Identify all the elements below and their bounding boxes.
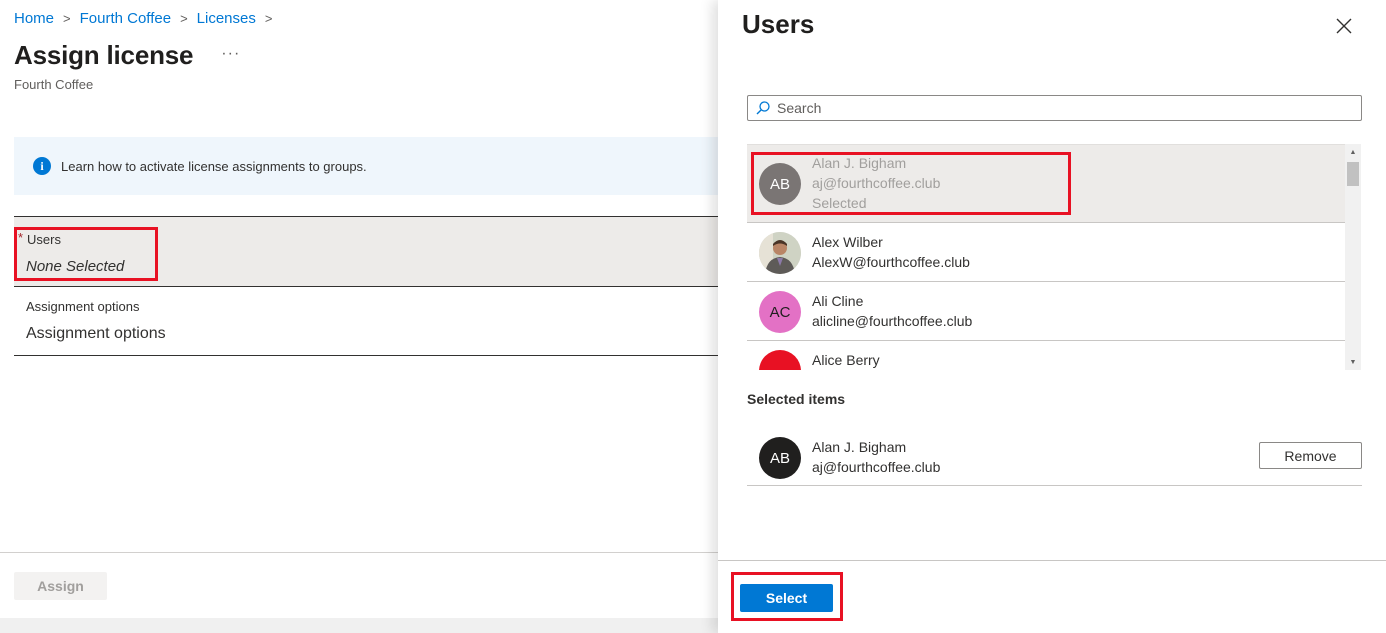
user-name: Ali Cline: [812, 293, 864, 309]
list-scrollbar[interactable]: ▲ ▼: [1345, 144, 1361, 370]
breadcrumb: Home > Fourth Coffee > Licenses >: [14, 10, 281, 27]
info-banner: i Learn how to activate license assignme…: [14, 137, 730, 195]
list-item-ali-cline[interactable]: AC Ali Cline alicline@fourthcoffee.club: [747, 282, 1345, 341]
users-value[interactable]: None Selected: [26, 258, 124, 275]
avatar: AC: [759, 291, 801, 333]
breadcrumb-licenses[interactable]: Licenses: [197, 10, 256, 27]
chevron-right-icon: >: [180, 11, 188, 26]
user-email: alicline@fourthcoffee.club: [812, 313, 973, 329]
user-status: Selected: [812, 195, 867, 211]
search-icon: [756, 101, 770, 115]
list-item-alice-berry[interactable]: AB Alice Berry: [747, 341, 1345, 370]
user-name: Alan J. Bigham: [812, 155, 907, 171]
breadcrumb-home[interactable]: Home: [14, 10, 54, 27]
assign-button[interactable]: Assign: [14, 572, 107, 600]
avatar: AB: [759, 163, 801, 205]
chevron-right-icon: >: [264, 11, 273, 26]
scroll-up-arrow-icon[interactable]: ▲: [1345, 144, 1361, 160]
avatar: AB: [759, 350, 801, 370]
page-subtitle: Fourth Coffee: [14, 77, 94, 92]
remove-button[interactable]: Remove: [1259, 442, 1362, 469]
users-panel: Users AB Alan J. Bigham aj@fourthcoffee.…: [718, 0, 1386, 633]
close-icon[interactable]: [1332, 14, 1356, 38]
select-button[interactable]: Select: [740, 584, 833, 612]
page-title: Assign license: [14, 40, 194, 70]
horizontal-scrollbar[interactable]: [0, 618, 718, 633]
user-email: AlexW@fourthcoffee.club: [812, 254, 970, 270]
list-item-alex-wilber[interactable]: Alex Wilber AlexW@fourthcoffee.club: [747, 223, 1345, 282]
more-options-icon[interactable]: ···: [221, 45, 240, 63]
user-name: Alex Wilber: [812, 234, 883, 250]
selected-user-email: aj@fourthcoffee.club: [812, 459, 941, 475]
search-input[interactable]: [777, 100, 1337, 116]
search-box[interactable]: [747, 95, 1362, 121]
info-banner-text[interactable]: Learn how to activate license assignment…: [61, 159, 367, 174]
assignment-options-value[interactable]: Assignment options: [26, 325, 166, 343]
title-row: Assign license ···: [14, 40, 240, 71]
list-item-alan-bigham[interactable]: AB Alan J. Bigham aj@fourthcoffee.club S…: [747, 145, 1345, 223]
users-field[interactable]: * Users None Selected: [14, 216, 730, 287]
avatar: AB: [759, 437, 801, 479]
assign-license-blade: Home > Fourth Coffee > Licenses > Assign…: [0, 0, 730, 633]
users-label: Users: [27, 232, 61, 247]
chevron-right-icon: >: [63, 11, 71, 26]
panel-footer-divider: [718, 560, 1386, 561]
required-indicator: *: [18, 230, 24, 245]
assignment-options-field[interactable]: Assignment options Assignment options: [14, 287, 730, 356]
scrollbar-thumb[interactable]: [1347, 162, 1359, 186]
selected-item: AB Alan J. Bigham aj@fourthcoffee.club R…: [747, 426, 1362, 486]
info-icon: i: [33, 157, 51, 175]
panel-title: Users: [742, 9, 815, 39]
scroll-down-arrow-icon[interactable]: ▼: [1345, 354, 1361, 370]
avatar-photo: [759, 232, 801, 274]
selected-items-heading: Selected items: [747, 391, 846, 407]
footer-divider: [0, 552, 718, 553]
user-email: aj@fourthcoffee.club: [812, 175, 941, 191]
assignment-options-label: Assignment options: [26, 299, 140, 314]
selected-user-name: Alan J. Bigham: [812, 439, 907, 455]
user-name: Alice Berry: [812, 352, 880, 368]
user-list: AB Alan J. Bigham aj@fourthcoffee.club S…: [747, 144, 1345, 370]
breadcrumb-fourth-coffee[interactable]: Fourth Coffee: [80, 10, 171, 27]
